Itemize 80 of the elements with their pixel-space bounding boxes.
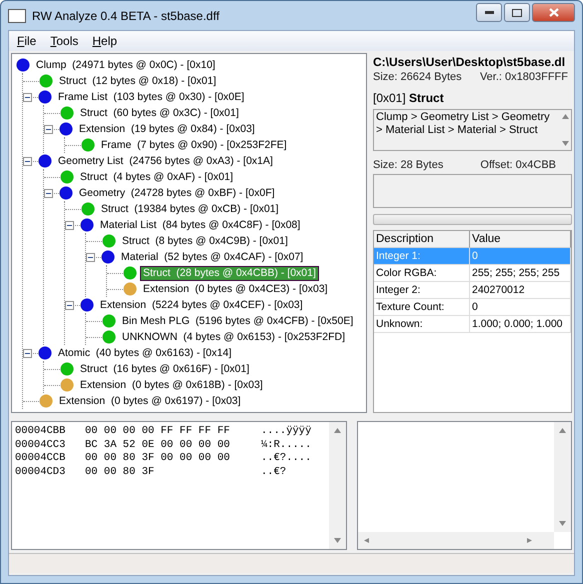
app-icon [8, 8, 26, 22]
scroll-up-icon[interactable] [559, 428, 566, 433]
tree-item[interactable]: Frame (7 bytes @ 0x90) - [0x253F2FE] [98, 138, 290, 152]
menu-item[interactable]: Help [86, 34, 124, 48]
table-cell: Color RGBA: [374, 265, 470, 282]
tree-item[interactable]: Atomic (40 bytes @ 0x6163) - [0x14] [55, 346, 234, 360]
table-cell: Texture Count: [374, 299, 470, 316]
tree-item[interactable]: Material List (84 bytes @ 0x4C8F) - [0x08] [97, 218, 304, 232]
column-header[interactable]: Description [374, 231, 470, 248]
hex-ascii: ¼:R..... [261, 438, 312, 452]
tree-item[interactable]: Clump (24971 bytes @ 0x0C) - [0x10] [33, 58, 218, 72]
hex-offset: 00004CCB [15, 452, 66, 466]
collapse-toggle[interactable] [65, 220, 74, 230]
scroll-left-icon[interactable] [364, 538, 371, 543]
table-cell: 0 [470, 299, 571, 316]
breadcrumb-text: Clump > Geometry List > Geometry > Material List > Material > Struct [375, 110, 551, 138]
file-version: Ver.: 0x1803FFFF [480, 71, 568, 83]
collapse-toggle[interactable] [23, 92, 32, 102]
scroll-down-icon[interactable] [562, 141, 568, 146]
tree-item[interactable]: Extension (0 bytes @ 0x618B) - [0x03] [77, 378, 266, 392]
tree-item[interactable]: Frame List (103 bytes @ 0x30) - [0x0E] [55, 90, 248, 104]
hex-offset: 00004CC3 [15, 438, 66, 452]
collapse-toggle[interactable] [65, 300, 74, 310]
collapse-toggle[interactable] [23, 348, 32, 358]
hex-ascii: ..€? [261, 466, 288, 479]
minimize-button[interactable] [476, 3, 502, 22]
close-icon [548, 8, 558, 17]
tree-item[interactable]: Struct (8 bytes @ 0x4C9B) - [0x01] [119, 234, 291, 248]
hex-bytes: 00 00 80 3F [85, 466, 156, 479]
tree-item[interactable]: Geometry List (24756 bytes @ 0xA3) - [0x1A] [55, 154, 276, 168]
table-cell: 240270012 [470, 282, 571, 299]
tree-item[interactable]: Extension (19 bytes @ 0x84) - [0x03] [76, 122, 258, 136]
tree-item[interactable]: UNKNOWN (4 bytes @ 0x6153) - [0x253F2FD] [119, 330, 348, 344]
section-heading: [0x01] Struct [373, 91, 445, 105]
table-cell: 1.000; 0.000; 1.000 [470, 316, 571, 333]
scroll-up-icon[interactable] [562, 114, 568, 119]
collapse-toggle[interactable] [44, 124, 53, 134]
scroll-right-icon[interactable] [527, 538, 534, 543]
hex-bytes: 00 00 00 00 FF FF FF FF [85, 425, 231, 438]
hex-offset: 00004CD3 [15, 466, 66, 479]
column-header[interactable]: Value [470, 231, 571, 248]
tree-item[interactable]: Struct (16 bytes @ 0x616F) - [0x01] [77, 362, 252, 376]
table-cell: 0 [470, 248, 571, 265]
tree-item[interactable]: Material (52 bytes @ 0x4CAF) - [0x07] [118, 250, 306, 264]
hex-offset: 00004CBB [15, 425, 66, 438]
tree-item[interactable]: Struct (12 bytes @ 0x18) - [0x01] [56, 74, 220, 88]
tree-item[interactable]: Struct (28 bytes @ 0x4CBB) - [0x01] [140, 266, 319, 280]
tree-item[interactable]: Struct (60 bytes @ 0x3C) - [0x01] [77, 106, 242, 120]
tree-item[interactable]: Bin Mesh PLG (5196 bytes @ 0x4CFB) - [0x50E] [119, 314, 356, 328]
scroll-down-icon[interactable] [334, 538, 341, 543]
hex-bytes: BC 3A 52 0E 00 00 00 00 [85, 438, 231, 452]
maximize-icon [512, 8, 522, 16]
table-cell: 255; 255; 255; 255 [470, 265, 571, 282]
tree-item[interactable]: Extension (0 bytes @ 0x6197) - [0x03] [56, 394, 244, 408]
hex-ascii: ..€?.... [261, 452, 312, 466]
tree-item[interactable]: Extension (5224 bytes @ 0x4CEF) - [0x03] [97, 298, 306, 312]
menu-item[interactable]: File [11, 34, 42, 48]
scroll-down-icon[interactable] [559, 521, 566, 526]
minimize-icon [484, 11, 494, 14]
collapse-toggle[interactable] [86, 252, 95, 262]
section-size: Size: 28 Bytes [373, 159, 444, 171]
hex-bytes: 00 00 80 3F 00 00 00 00 [85, 452, 231, 466]
tree-item[interactable]: Geometry (24728 bytes @ 0xBF) - [0x0F] [76, 186, 278, 200]
menu-item[interactable]: Tools [44, 34, 84, 48]
maximize-button[interactable] [504, 3, 530, 22]
table-cell: Unknown: [374, 316, 470, 333]
scroll-up-icon[interactable] [334, 428, 341, 433]
table-cell: Integer 2: [374, 282, 470, 299]
tree-item[interactable]: Extension (0 bytes @ 0x4CE3) - [0x03] [140, 282, 331, 296]
tree-item[interactable]: Struct (19384 bytes @ 0xCB) - [0x01] [98, 202, 282, 216]
collapse-toggle[interactable] [44, 188, 53, 198]
file-size: Size: 26624 Bytes [373, 71, 462, 83]
section-offset: Offset: 0x4CBB [480, 159, 556, 171]
window-title: RW Analyze 0.4 BETA - st5base.dff [32, 8, 220, 22]
file-path: C:\Users\User\Desktop\st5base.dl [373, 54, 566, 69]
collapse-toggle[interactable] [23, 156, 32, 166]
hex-ascii: ....ÿÿÿÿ [261, 425, 312, 438]
tree-item[interactable]: Struct (4 bytes @ 0xAF) - [0x01] [77, 170, 236, 184]
table-cell: Integer 1: [374, 248, 470, 265]
close-button[interactable] [532, 3, 575, 22]
